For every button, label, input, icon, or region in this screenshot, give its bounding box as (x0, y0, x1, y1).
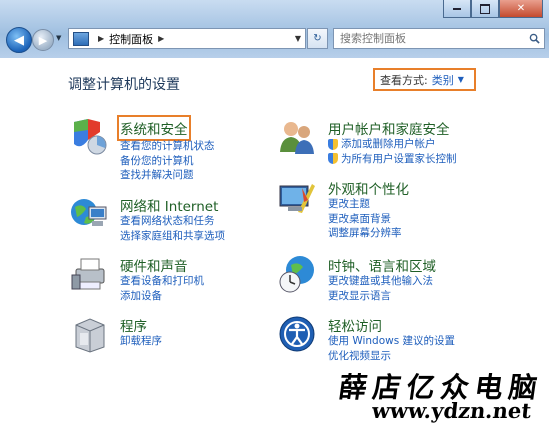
category-links: 添加或删除用户帐户 为所有用户设置家长控制 (328, 137, 457, 166)
users-icon[interactable] (278, 118, 316, 156)
category-links: 卸载程序 (120, 334, 162, 349)
network-globe-icon[interactable] (70, 195, 108, 233)
maximize-icon (480, 3, 490, 14)
category-links: 查看您的计算机状态 备份您的计算机 查找并解决问题 (120, 139, 215, 183)
search-icon[interactable] (529, 33, 540, 44)
minimize-icon (453, 7, 461, 10)
shield-chart-icon[interactable] (70, 118, 108, 156)
maximize-button[interactable] (471, 0, 499, 18)
link-desktop-background[interactable]: 更改桌面背景 (328, 212, 402, 227)
search-box (333, 28, 545, 49)
watermark-url: www.ydzn.net (370, 398, 533, 423)
view-by-dropdown[interactable]: 类别 (432, 72, 454, 88)
link-backup[interactable]: 备份您的计算机 (120, 154, 215, 169)
category-title[interactable]: 用户帐户和家庭安全 (328, 118, 450, 138)
category-title[interactable]: 外观和个性化 (328, 178, 409, 198)
chevron-down-icon[interactable]: ▼ (458, 75, 464, 84)
link-keyboard-input[interactable]: 更改键盘或其他输入法 (328, 274, 433, 289)
link-row: 添加或删除用户帐户 (328, 137, 457, 152)
link-add-remove-users[interactable]: 添加或删除用户帐户 (341, 137, 436, 152)
arrow-left-icon: ◀ (14, 32, 24, 48)
category-links: 更改键盘或其他输入法 更改显示语言 (328, 274, 433, 303)
forward-button[interactable]: ▶ (32, 29, 54, 51)
minimize-button[interactable] (443, 0, 471, 18)
category-title[interactable]: 硬件和声音 (120, 255, 188, 275)
search-input[interactable] (334, 31, 522, 46)
view-by-control: 查看方式: 类别 ▼ (373, 68, 476, 91)
view-by-label: 查看方式: (380, 73, 428, 87)
content-area: 调整计算机的设置 查看方式: 类别 ▼ 系统和安全 查看您的计算机状态 备份您的… (0, 58, 549, 400)
control-panel-icon (73, 31, 89, 46)
caption-buttons: ✕ (443, 0, 543, 18)
category-title[interactable]: 程序 (120, 315, 147, 335)
window-chrome: ✕ ◀ ▶ ▼ ▶ 控制面板 ▶ ▼ ↻ (0, 0, 549, 58)
close-button[interactable]: ✕ (499, 0, 543, 18)
link-troubleshoot[interactable]: 查找并解决问题 (120, 168, 215, 183)
refresh-icon: ↻ (313, 33, 322, 44)
category-title[interactable]: 轻松访问 (328, 315, 382, 335)
link-network-status[interactable]: 查看网络状态和任务 (120, 214, 225, 229)
link-devices-printers[interactable]: 查看设备和打印机 (120, 274, 204, 289)
chevron-right-icon[interactable]: ▶ (158, 34, 164, 43)
uac-shield-icon (328, 138, 338, 150)
close-icon: ✕ (516, 3, 526, 14)
control-panel-window: ✕ ◀ ▶ ▼ ▶ 控制面板 ▶ ▼ ↻ 调整计算机的设置 查看方式: 类别 ▼ (0, 0, 549, 400)
uac-shield-icon (328, 153, 338, 165)
category-links: 更改主题 更改桌面背景 调整屏幕分辨率 (328, 197, 402, 241)
category-title[interactable]: 系统和安全 (117, 115, 191, 141)
back-button[interactable]: ◀ (6, 27, 32, 53)
category-title[interactable]: 时钟、语言和区域 (328, 255, 436, 275)
link-recommended-settings[interactable]: 使用 Windows 建议的设置 (328, 334, 455, 349)
link-view-status[interactable]: 查看您的计算机状态 (120, 139, 215, 154)
recent-pages-dropdown[interactable]: ▼ (56, 34, 61, 42)
address-bar[interactable]: ▶ 控制面板 ▶ ▼ (68, 28, 306, 49)
programs-box-icon[interactable] (70, 315, 108, 353)
category-links: 查看设备和打印机 添加设备 (120, 274, 204, 303)
address-dropdown-icon[interactable]: ▼ (295, 34, 301, 43)
link-optimize-display[interactable]: 优化视频显示 (328, 349, 455, 364)
breadcrumb-control-panel[interactable]: 控制面板 (109, 31, 153, 47)
arrow-right-icon: ▶ (38, 33, 48, 47)
link-display-language[interactable]: 更改显示语言 (328, 289, 433, 304)
link-homegroup[interactable]: 选择家庭组和共享选项 (120, 229, 225, 244)
chevron-right-icon[interactable]: ▶ (98, 34, 104, 43)
refresh-button[interactable]: ↻ (307, 28, 328, 49)
link-uninstall[interactable]: 卸载程序 (120, 334, 162, 349)
ease-of-access-icon[interactable] (278, 315, 316, 353)
category-links: 查看网络状态和任务 选择家庭组和共享选项 (120, 214, 225, 243)
personalization-icon[interactable] (278, 178, 316, 216)
link-add-device[interactable]: 添加设备 (120, 289, 204, 304)
category-links: 使用 Windows 建议的设置 优化视频显示 (328, 334, 455, 363)
category-title[interactable]: 网络和 Internet (120, 195, 218, 215)
link-screen-resolution[interactable]: 调整屏幕分辨率 (328, 226, 402, 241)
clock-globe-icon[interactable] (278, 255, 316, 293)
link-parental-controls[interactable]: 为所有用户设置家长控制 (341, 152, 457, 167)
navigation-bar: ◀ ▶ ▼ ▶ 控制面板 ▶ ▼ ↻ (6, 26, 545, 53)
link-change-theme[interactable]: 更改主题 (328, 197, 402, 212)
link-row: 为所有用户设置家长控制 (328, 152, 457, 167)
page-title: 调整计算机的设置 (68, 77, 180, 93)
printer-icon[interactable] (70, 255, 108, 293)
